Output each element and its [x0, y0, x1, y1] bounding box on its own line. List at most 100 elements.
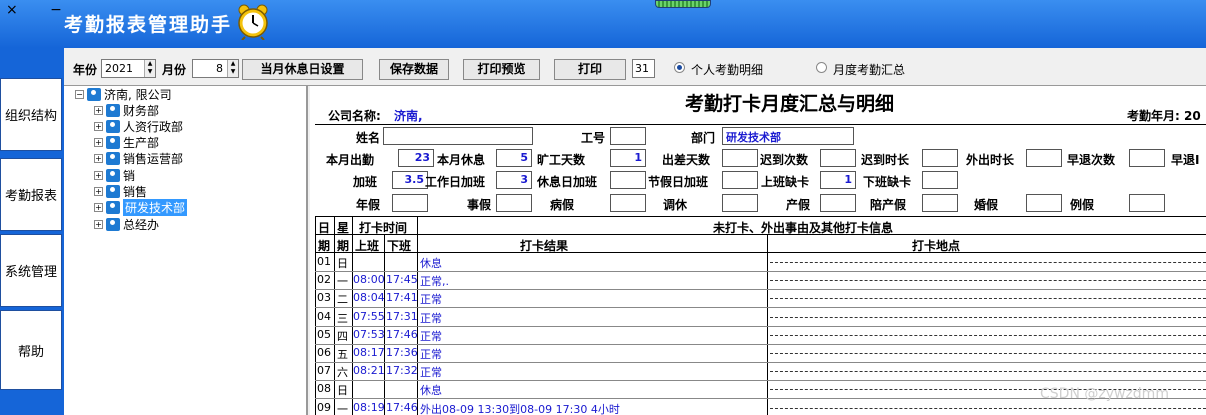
year-stepper[interactable]: 2021 ▲ ▼: [101, 59, 156, 78]
expand-icon[interactable]: +: [94, 138, 103, 148]
row-day: 04: [317, 309, 331, 323]
stat-value: [610, 194, 646, 212]
expand-icon[interactable]: +: [94, 187, 103, 196]
row-clock-out: 17:46: [386, 400, 418, 414]
stat-value: [610, 171, 646, 189]
department-icon: [106, 201, 120, 215]
th-weekday: 期: [337, 239, 350, 253]
resize-grip[interactable]: [655, 0, 711, 8]
row-day: 01: [317, 255, 331, 268]
tree-node-label: 研发技术部: [123, 199, 188, 217]
row-clock-in: 08:00: [353, 273, 385, 287]
tree-node[interactable]: + 销: [94, 167, 135, 183]
row-result: 休息: [420, 384, 442, 398]
row-weekday: 日: [337, 384, 348, 398]
th-info: 未打卡、外出事由及其他打卡信息: [713, 221, 894, 235]
stat-label: 出差天数: [662, 153, 711, 167]
stat-label: 迟到时长: [861, 153, 910, 167]
stat-label: 加班: [353, 175, 378, 189]
th-location: 打卡地点: [912, 239, 961, 253]
tree-node-label: 总经办: [123, 217, 160, 232]
tree-node[interactable]: + 财务部: [94, 102, 159, 118]
collapse-icon[interactable]: −: [75, 89, 84, 99]
row-result: 正常: [420, 329, 442, 343]
save-data-button[interactable]: 保存数据: [379, 59, 449, 80]
company-value: 济南,: [394, 109, 423, 123]
th-period: 期: [318, 239, 331, 253]
department-icon: [106, 217, 120, 231]
monthly-summary-label[interactable]: 月度考勤汇总: [833, 61, 905, 78]
row-result: 正常: [420, 366, 442, 380]
stat-value: 1: [820, 171, 856, 189]
monthly-summary-radio[interactable]: [816, 62, 827, 73]
days-field[interactable]: 31: [632, 59, 655, 78]
stepper-arrows-icon[interactable]: ▲ ▼: [144, 60, 155, 77]
expand-icon[interactable]: +: [94, 154, 103, 164]
row-clock-in: 08:17: [353, 346, 385, 359]
expand-icon[interactable]: +: [94, 105, 103, 115]
stat-value: [922, 171, 958, 189]
th-result: 打卡结果: [520, 239, 569, 253]
name-label: 姓名: [356, 131, 381, 145]
expand-icon[interactable]: +: [94, 219, 103, 229]
month-label: 月份: [162, 63, 187, 77]
row-weekday: 一: [337, 275, 348, 289]
row-day: 02: [317, 273, 331, 287]
row-clock-out: 17:36: [386, 346, 418, 359]
employee-id-field: [610, 127, 646, 145]
stat-value: 3.5: [392, 171, 428, 189]
expand-icon[interactable]: +: [94, 203, 103, 213]
stat-value: [722, 171, 758, 189]
row-weekday: 五: [337, 348, 348, 361]
tree-node[interactable]: + 生产部: [94, 135, 159, 151]
left-tab-bar: 组织结构 考勤报表 系统管理 帮助: [0, 48, 64, 415]
tree-node[interactable]: + 研发技术部: [94, 199, 188, 217]
row-clock-in: 08:04: [353, 291, 385, 305]
personal-detail-label[interactable]: 个人考勤明细: [691, 61, 763, 78]
row-result: 休息: [420, 257, 442, 270]
app-title: 考勤报表管理助手: [64, 14, 233, 36]
month-value: 8: [216, 62, 223, 75]
stat-label: 年假: [356, 198, 381, 212]
stat-label: 病假: [550, 198, 575, 212]
stat-label: 下班缺卡: [863, 175, 912, 189]
row-result: 正常: [420, 311, 442, 325]
stepper-arrows-icon[interactable]: ▲ ▼: [227, 60, 238, 77]
th-off: 下班: [387, 239, 412, 253]
row-day: 08: [317, 382, 331, 396]
row-result: 正常: [420, 348, 442, 361]
tree-node-label: 销售: [123, 185, 148, 199]
row-clock-out: 17:46: [386, 327, 418, 341]
row-day: 03: [317, 291, 331, 305]
rest-day-settings-button[interactable]: 当月休息日设置: [242, 59, 363, 80]
report-title: 考勤打卡月度汇总与明细: [685, 93, 895, 115]
tree-node[interactable]: + 销售: [94, 184, 147, 200]
print-preview-button[interactable]: 打印预览: [463, 59, 540, 80]
expand-icon[interactable]: +: [94, 121, 103, 131]
row-weekday: 一: [337, 402, 348, 415]
tab-system-management[interactable]: 系统管理: [0, 234, 62, 307]
tab-org-structure[interactable]: 组织结构: [0, 78, 62, 151]
stat-value: 1: [610, 149, 646, 167]
row-clock-in: 07:53: [353, 327, 385, 341]
tab-attendance-report[interactable]: 考勤报表: [0, 158, 62, 231]
month-stepper[interactable]: 8 ▲ ▼: [192, 59, 239, 78]
stat-label: 节假日加班: [648, 175, 709, 189]
tree-node[interactable]: + 人资行政部: [94, 118, 183, 134]
print-button[interactable]: 打印: [554, 59, 626, 80]
tree-root[interactable]: − 济南, 限公司: [75, 86, 172, 102]
alarm-clock-icon: [238, 4, 268, 40]
expand-icon[interactable]: +: [94, 170, 103, 180]
tree-node[interactable]: + 销售运营部: [94, 151, 183, 167]
stat-value: [722, 149, 758, 167]
row-weekday: 四: [337, 329, 348, 343]
department-icon: [106, 136, 120, 150]
stat-value: [820, 149, 856, 167]
tab-help[interactable]: 帮助: [0, 310, 62, 390]
tree-node[interactable]: + 总经办: [94, 216, 159, 232]
row-result: 正常,.: [420, 275, 449, 289]
row-day: 09: [317, 400, 331, 414]
personal-detail-radio[interactable]: [674, 62, 685, 73]
th-on: 上班: [355, 239, 380, 253]
org-icon: [87, 87, 101, 101]
